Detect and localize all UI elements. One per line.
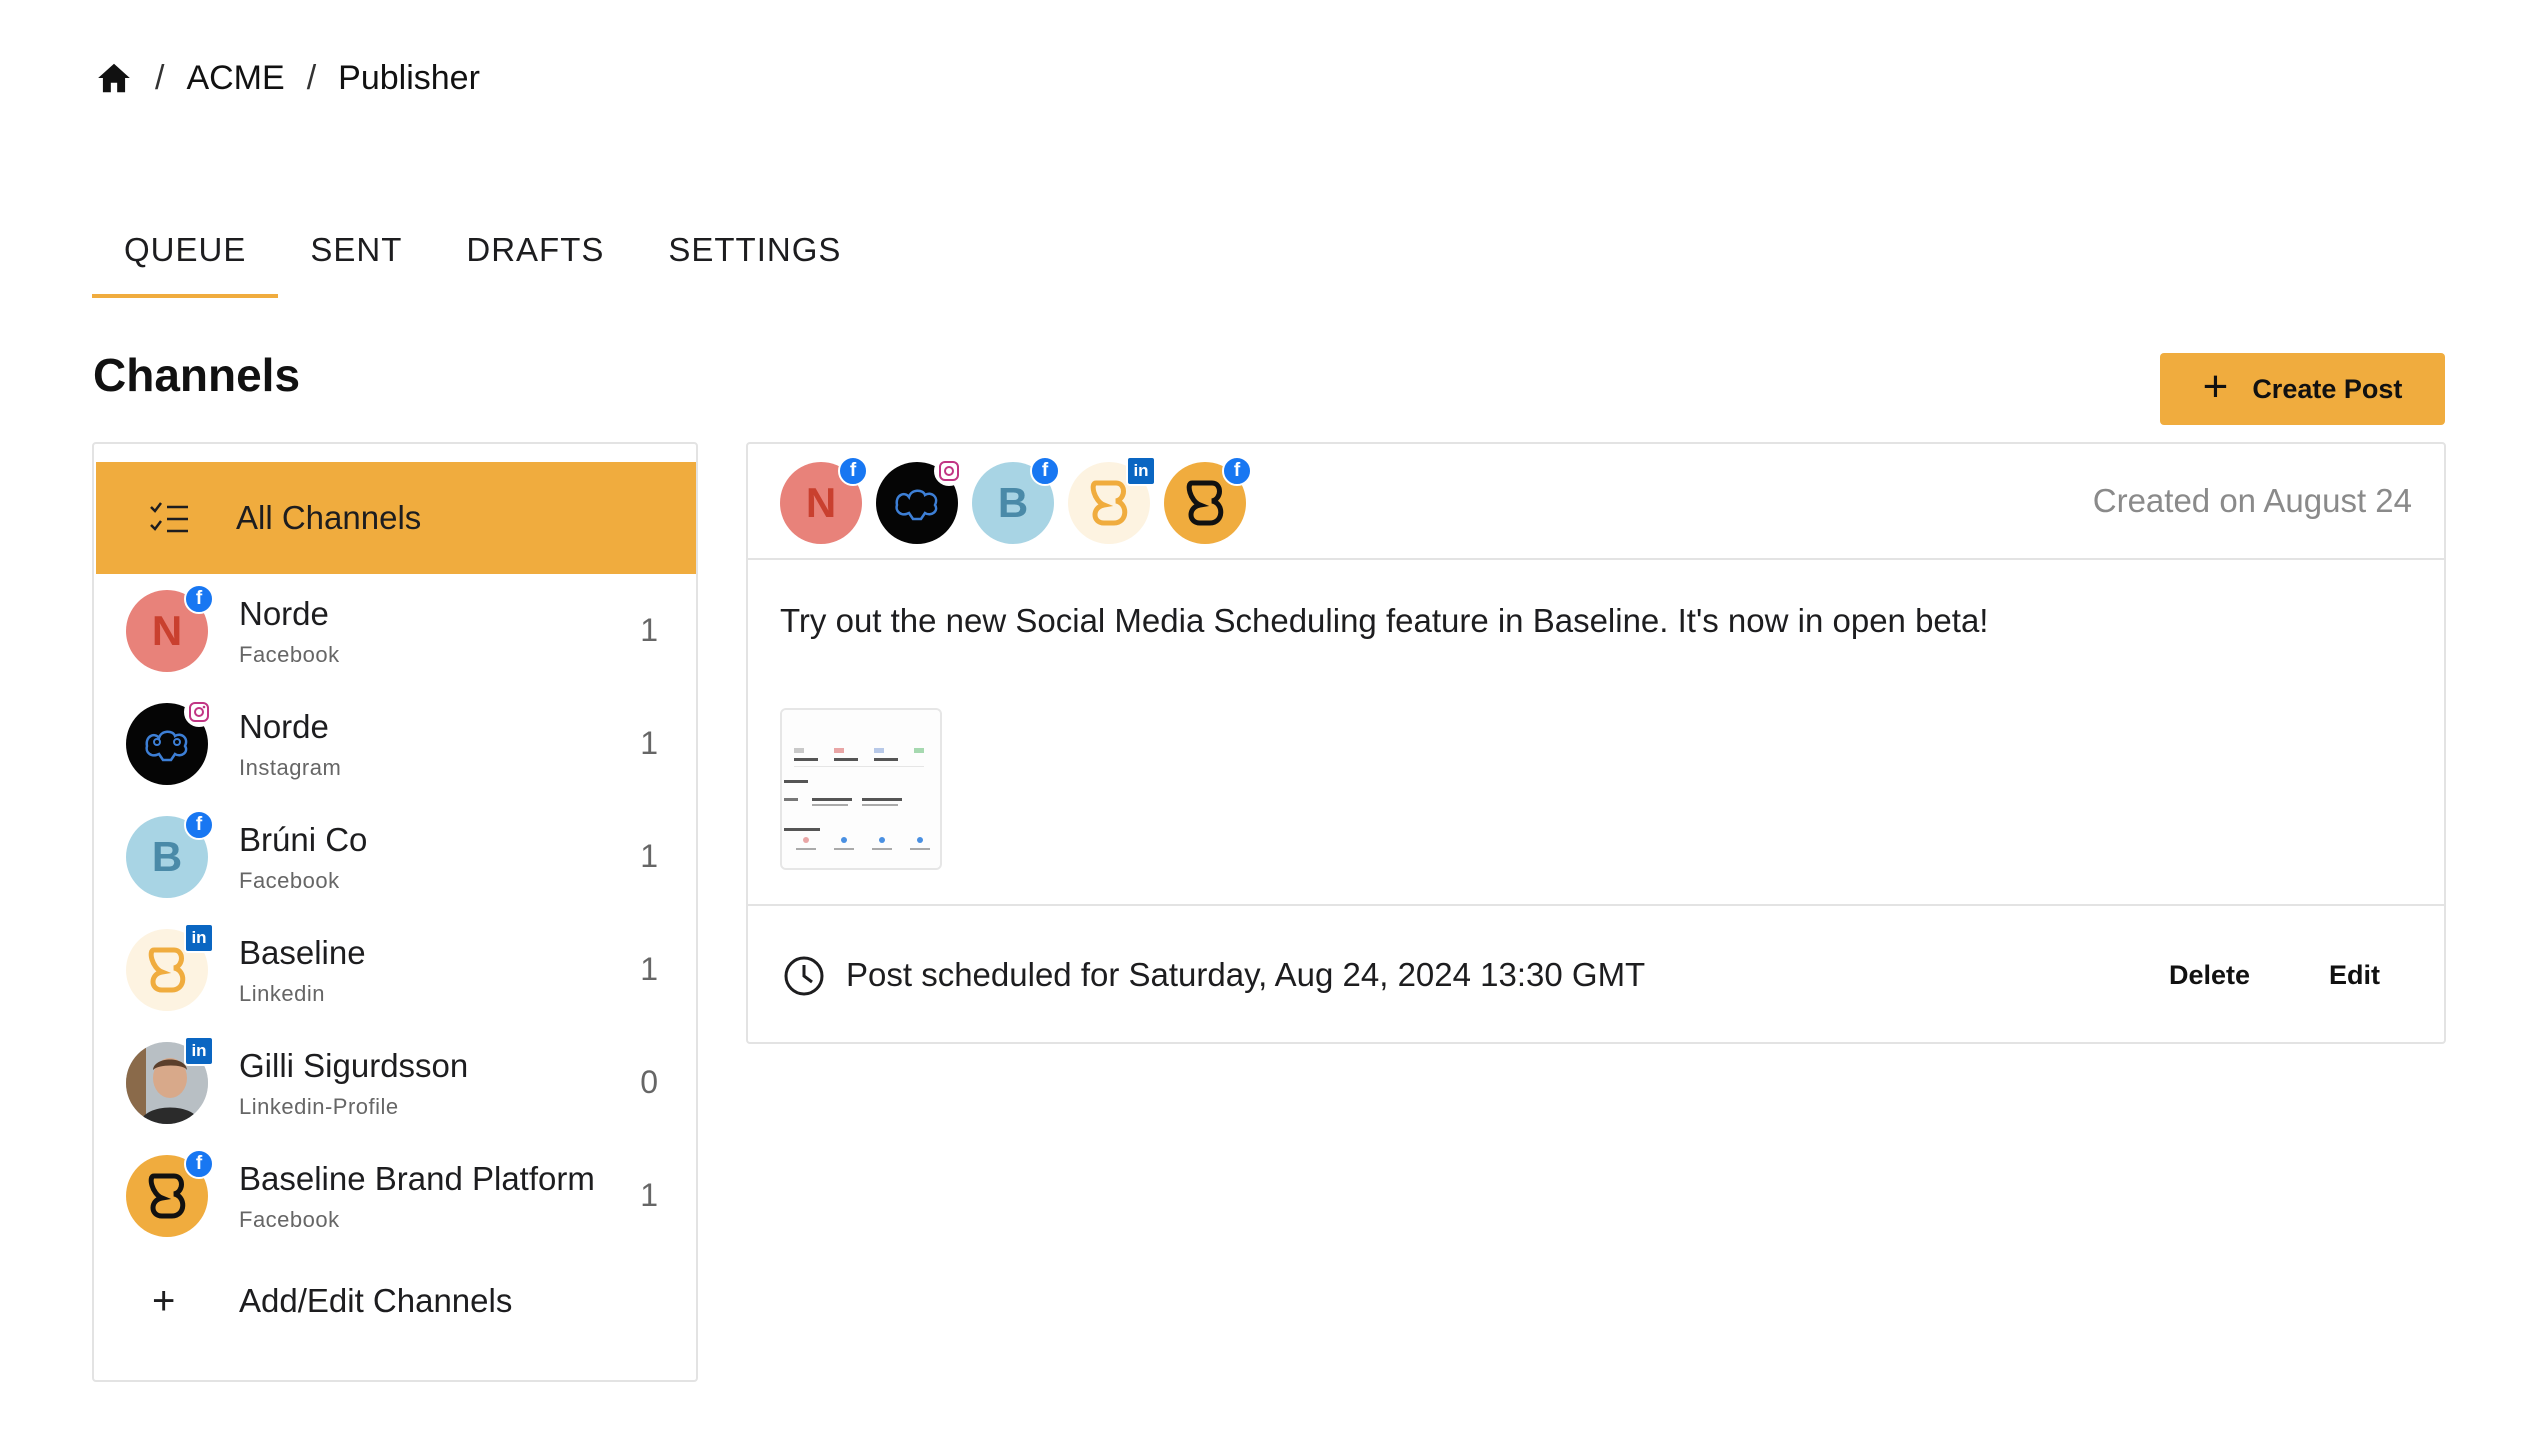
post-header: N f B f in f Created on August 24 xyxy=(748,444,2444,560)
linkedin-icon: in xyxy=(184,1036,214,1066)
channel-item[interactable]: B f Brúni Co Facebook 1 xyxy=(94,800,696,913)
avatar: f xyxy=(126,1149,214,1237)
avatar xyxy=(126,697,214,785)
channel-name: Norde xyxy=(239,708,329,745)
breadcrumb-separator: / xyxy=(155,58,165,97)
tab-bar: QUEUE SENT DRAFTS SETTINGS xyxy=(92,222,873,298)
create-post-button[interactable]: + Create Post xyxy=(2160,353,2445,425)
channel-list: All Channels N f Norde Facebook 1 Norde … xyxy=(92,442,698,1382)
add-edit-channels-label: Add/Edit Channels xyxy=(239,1282,513,1319)
channel-count: 1 xyxy=(640,725,658,761)
clock-icon xyxy=(782,954,826,998)
channel-count: 1 xyxy=(640,1177,658,1213)
channel-count: 1 xyxy=(640,838,658,874)
add-edit-channels-button[interactable]: + Add/Edit Channels xyxy=(94,1256,696,1346)
post-card: N f B f in f Created on August 24 Try ou… xyxy=(746,442,2446,1044)
avatar: in xyxy=(126,1036,214,1124)
page-title: Channels xyxy=(93,349,301,401)
avatar: in xyxy=(1068,456,1156,544)
channel-name: Baseline Brand Platform xyxy=(239,1160,595,1197)
channel-type: Facebook xyxy=(239,642,340,667)
post-channel-avatars: N f B f in f xyxy=(780,456,1252,544)
breadcrumb-page: Publisher xyxy=(338,58,480,97)
facebook-icon: f xyxy=(1030,456,1060,486)
channel-name: Gilli Sigurdsson xyxy=(239,1047,469,1084)
facebook-icon: f xyxy=(838,456,868,486)
avatar: in xyxy=(126,923,214,1011)
avatar: f xyxy=(1164,456,1252,544)
breadcrumb: / ACME / Publisher xyxy=(95,54,480,102)
baseline-logo-icon xyxy=(1090,480,1128,526)
avatar: B f xyxy=(126,810,214,898)
create-post-label: Create Post xyxy=(2252,373,2403,404)
tab-queue[interactable]: QUEUE xyxy=(92,222,279,298)
channel-item[interactable]: Norde Instagram 1 xyxy=(94,687,696,800)
post-text: Try out the new Social Media Scheduling … xyxy=(780,602,1989,639)
baseline-logo-icon xyxy=(1186,480,1224,526)
ram-logo-icon xyxy=(895,489,938,521)
avatar-letter: N xyxy=(151,607,183,654)
avatar-letter: B xyxy=(997,479,1029,526)
post-created-date: Created on August 24 xyxy=(2092,482,2412,519)
checklist-icon xyxy=(148,499,206,537)
channel-type: Facebook xyxy=(239,1207,340,1232)
post-footer: Post scheduled for Saturday, Aug 24, 202… xyxy=(748,904,2444,1044)
facebook-icon: f xyxy=(184,810,214,840)
linkedin-icon: in xyxy=(1126,456,1156,486)
facebook-icon: f xyxy=(184,1149,214,1179)
avatar-letter: B xyxy=(151,833,183,880)
channel-item[interactable]: N f Norde Facebook 1 xyxy=(94,574,696,687)
channel-item[interactable]: in Baseline Linkedin 1 xyxy=(94,913,696,1026)
avatar-letter: N xyxy=(805,479,837,526)
facebook-icon: f xyxy=(1222,456,1252,486)
plus-icon: + xyxy=(152,1278,176,1323)
delete-button[interactable]: Delete xyxy=(2169,960,2250,991)
instagram-icon xyxy=(184,697,214,727)
facebook-icon: f xyxy=(184,584,214,614)
channel-type: Instagram xyxy=(239,755,342,780)
channel-type: Facebook xyxy=(239,868,340,893)
channel-name: Norde xyxy=(239,595,329,632)
tab-settings[interactable]: SETTINGS xyxy=(636,222,873,298)
ram-logo-icon xyxy=(145,730,188,762)
channel-type: Linkedin xyxy=(239,981,325,1006)
tab-drafts[interactable]: DRAFTS xyxy=(434,222,636,298)
plus-icon: + xyxy=(2202,362,2229,411)
channel-item[interactable]: in Gilli Sigurdsson Linkedin-Profile 0 xyxy=(94,1026,696,1139)
post-image-thumbnail[interactable] xyxy=(780,708,942,870)
edit-button[interactable]: Edit xyxy=(2329,960,2380,991)
breadcrumb-separator: / xyxy=(306,58,317,97)
channel-name: Brúni Co xyxy=(239,821,368,858)
baseline-logo-icon xyxy=(148,1173,186,1219)
home-icon[interactable] xyxy=(95,59,133,97)
channel-count: 1 xyxy=(640,951,658,987)
avatar: N f xyxy=(780,456,868,544)
post-schedule-text: Post scheduled for Saturday, Aug 24, 202… xyxy=(846,956,1646,993)
channel-type: Linkedin-Profile xyxy=(239,1094,399,1119)
channel-count: 1 xyxy=(640,612,658,648)
baseline-logo-icon xyxy=(148,947,186,993)
instagram-icon xyxy=(934,456,964,486)
channel-all-label: All Channels xyxy=(236,499,422,536)
avatar: B f xyxy=(972,456,1060,544)
avatar xyxy=(876,456,964,544)
channel-item[interactable]: f Baseline Brand Platform Facebook 1 xyxy=(94,1139,696,1252)
avatar: N f xyxy=(126,584,214,672)
channel-count: 0 xyxy=(640,1064,658,1100)
tab-sent[interactable]: SENT xyxy=(278,222,434,298)
channel-name: Baseline xyxy=(239,934,366,971)
channel-item-all[interactable]: All Channels xyxy=(96,462,696,574)
breadcrumb-org[interactable]: ACME xyxy=(186,59,284,98)
linkedin-icon: in xyxy=(184,923,214,953)
